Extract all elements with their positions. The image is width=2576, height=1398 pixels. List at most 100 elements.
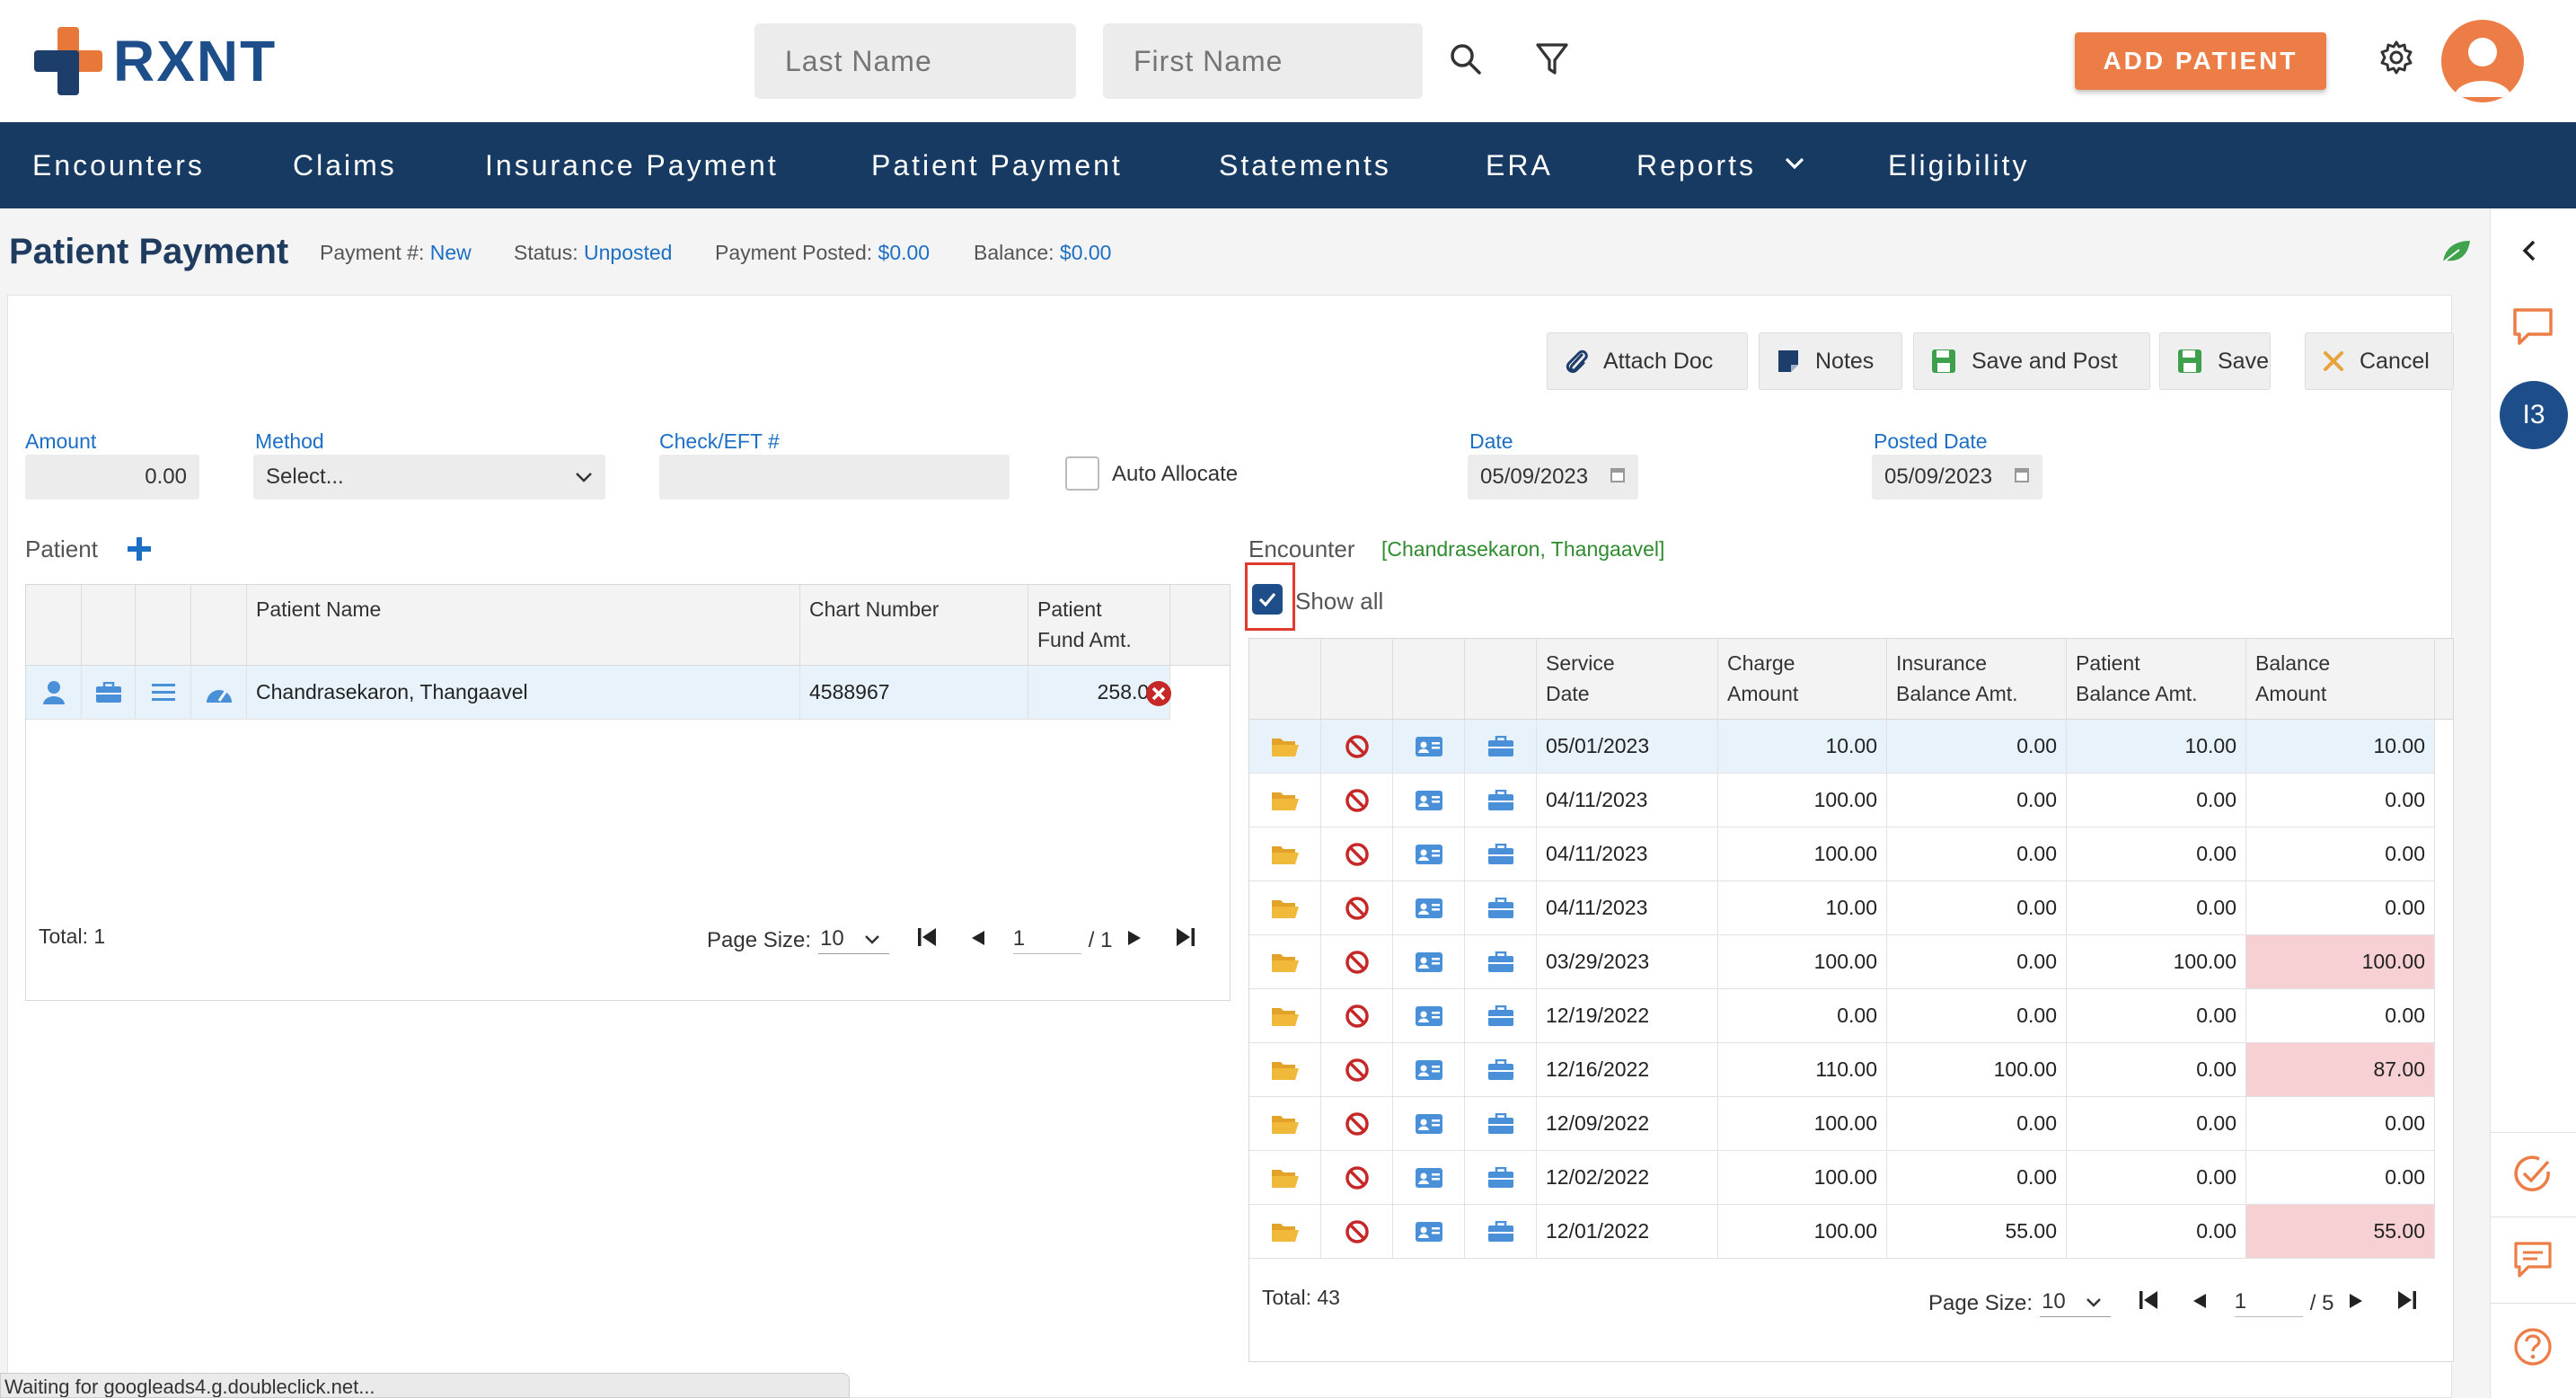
id-card-icon[interactable] <box>1393 935 1465 988</box>
briefcase-icon[interactable] <box>1465 774 1537 827</box>
briefcase-icon[interactable] <box>1465 1043 1537 1096</box>
nav-claims[interactable]: Claims <box>293 149 397 182</box>
next-page-icon[interactable] <box>1126 928 1142 953</box>
void-ban-icon[interactable] <box>1321 935 1393 988</box>
date-input[interactable]: 05/09/2023 <box>1468 455 1638 500</box>
remove-patient-icon[interactable] <box>1145 680 1172 712</box>
add-patient-button[interactable]: ADD PATIENT <box>2075 32 2326 90</box>
page-size-select[interactable]: 10 <box>818 926 889 954</box>
encounter-row[interactable]: 12/09/2022 100.00 0.00 0.00 0.00 <box>1249 1097 2435 1151</box>
id-card-icon[interactable] <box>1393 1097 1465 1150</box>
page-number-input[interactable]: 1 <box>2234 1289 2303 1317</box>
briefcase-icon[interactable] <box>1465 1097 1537 1150</box>
last-page-icon[interactable] <box>1175 926 1196 954</box>
search-icon[interactable] <box>1444 38 1487 81</box>
encounter-row[interactable]: 04/11/2023 100.00 0.00 0.00 0.00 <box>1249 827 2435 881</box>
encounter-row[interactable]: 12/16/2022 110.00 100.00 0.00 87.00 <box>1249 1043 2435 1097</box>
last-page-icon[interactable] <box>2396 1289 2418 1317</box>
col-insurance-balance[interactable]: Insurance Balance Amt. <box>1887 639 2067 719</box>
folder-icon[interactable] <box>1249 989 1321 1042</box>
save-button[interactable]: Save <box>2159 332 2271 390</box>
reports-chevron-down-icon[interactable] <box>1784 156 1805 175</box>
briefcase-icon[interactable] <box>1465 1205 1537 1258</box>
calendar-icon[interactable] <box>1610 465 1626 490</box>
folder-icon[interactable] <box>1249 720 1321 773</box>
rxnt-logo[interactable]: RXNT <box>34 27 277 95</box>
col-balance-amount[interactable]: Balance Amount <box>2246 639 2435 719</box>
auto-allocate-checkbox[interactable] <box>1065 456 1099 491</box>
col-patient-name[interactable]: Patient Name <box>247 585 800 665</box>
first-page-icon[interactable] <box>2138 1289 2159 1317</box>
collapse-chevron-left-icon[interactable] <box>2521 239 2537 267</box>
prev-page-icon[interactable] <box>970 928 986 953</box>
id-card-icon[interactable] <box>1393 1151 1465 1204</box>
check-eft-input[interactable] <box>659 455 1010 500</box>
encounter-row[interactable]: 04/11/2023 10.00 0.00 0.00 0.00 <box>1249 881 2435 935</box>
folder-icon[interactable] <box>1249 827 1321 880</box>
void-ban-icon[interactable] <box>1321 1151 1393 1204</box>
user-avatar[interactable] <box>2441 20 2524 102</box>
folder-icon[interactable] <box>1249 1097 1321 1150</box>
id-card-icon[interactable] <box>1393 989 1465 1042</box>
filter-icon[interactable] <box>1531 38 1574 81</box>
nav-statements[interactable]: Statements <box>1219 149 1391 182</box>
save-and-post-button[interactable]: Save and Post <box>1913 332 2150 390</box>
posted-date-input[interactable]: 05/09/2023 <box>1872 455 2042 500</box>
void-ban-icon[interactable] <box>1321 827 1393 880</box>
nav-encounters[interactable]: Encounters <box>32 149 205 182</box>
page-size-select[interactable]: 10 <box>2040 1289 2111 1317</box>
encounter-row[interactable]: 12/01/2022 100.00 55.00 0.00 55.00 <box>1249 1205 2435 1259</box>
void-ban-icon[interactable] <box>1321 1205 1393 1258</box>
first-name-input[interactable] <box>1103 23 1423 99</box>
void-ban-icon[interactable] <box>1321 989 1393 1042</box>
page-number-input[interactable]: 1 <box>1012 926 1081 954</box>
cancel-button[interactable]: Cancel <box>2305 332 2454 390</box>
briefcase-icon[interactable] <box>1465 935 1537 988</box>
task-check-icon[interactable] <box>2512 1154 2554 1199</box>
id-card-icon[interactable] <box>1393 1043 1465 1096</box>
void-ban-icon[interactable] <box>1321 720 1393 773</box>
dashboard-gauge-icon[interactable] <box>191 666 247 719</box>
amount-input[interactable]: 0.00 <box>25 455 199 500</box>
briefcase-icon[interactable] <box>1465 827 1537 880</box>
encounter-row[interactable]: 04/11/2023 100.00 0.00 0.00 0.00 <box>1249 774 2435 827</box>
notes-button[interactable]: Notes <box>1759 332 1902 390</box>
show-all-checkbox[interactable] <box>1252 584 1283 615</box>
method-select[interactable]: Select... <box>253 455 605 500</box>
briefcase-icon[interactable] <box>1465 989 1537 1042</box>
settings-gear-icon[interactable] <box>2375 36 2418 79</box>
id-card-icon[interactable] <box>1393 827 1465 880</box>
list-icon[interactable] <box>136 666 191 719</box>
void-ban-icon[interactable] <box>1321 1097 1393 1150</box>
nav-reports[interactable]: Reports <box>1636 149 1756 182</box>
col-patient-balance[interactable]: Patient Balance Amt. <box>2067 639 2246 719</box>
nav-eligibility[interactable]: Eligibility <box>1888 149 2029 182</box>
void-ban-icon[interactable] <box>1321 774 1393 827</box>
briefcase-icon[interactable] <box>1465 1151 1537 1204</box>
id-card-icon[interactable] <box>1393 881 1465 934</box>
help-question-icon[interactable] <box>2512 1326 2554 1372</box>
nav-patient-payment[interactable]: Patient Payment <box>871 149 1123 182</box>
briefcase-icon[interactable] <box>1465 720 1537 773</box>
nav-era[interactable]: ERA <box>1486 149 1553 182</box>
void-ban-icon[interactable] <box>1321 881 1393 934</box>
col-chart-number[interactable]: Chart Number <box>800 585 1028 665</box>
person-icon[interactable] <box>26 666 82 719</box>
col-charge-amount[interactable]: Charge Amount <box>1718 639 1887 719</box>
col-patient-fund[interactable]: Patient Fund Amt. <box>1028 585 1170 665</box>
folder-icon[interactable] <box>1249 774 1321 827</box>
attach-doc-button[interactable]: Attach Doc <box>1547 332 1748 390</box>
patient-row[interactable]: Chandrasekaron, Thangaavel 4588967 258.0… <box>26 666 1170 720</box>
encounter-row[interactable]: 03/29/2023 100.00 0.00 100.00 100.00 <box>1249 935 2435 989</box>
prev-page-icon[interactable] <box>2192 1291 2208 1316</box>
col-service-date[interactable]: Service Date <box>1537 639 1718 719</box>
calendar-icon[interactable] <box>2014 465 2030 490</box>
add-patient-plus-icon[interactable] <box>126 535 153 567</box>
notification-badge[interactable]: I3 <box>2500 381 2568 449</box>
folder-icon[interactable] <box>1249 1205 1321 1258</box>
folder-icon[interactable] <box>1249 1151 1321 1204</box>
encounter-row[interactable]: 12/19/2022 0.00 0.00 0.00 0.00 <box>1249 989 2435 1043</box>
id-card-icon[interactable] <box>1393 1205 1465 1258</box>
encounter-row[interactable]: 12/02/2022 100.00 0.00 0.00 0.00 <box>1249 1151 2435 1205</box>
folder-icon[interactable] <box>1249 935 1321 988</box>
